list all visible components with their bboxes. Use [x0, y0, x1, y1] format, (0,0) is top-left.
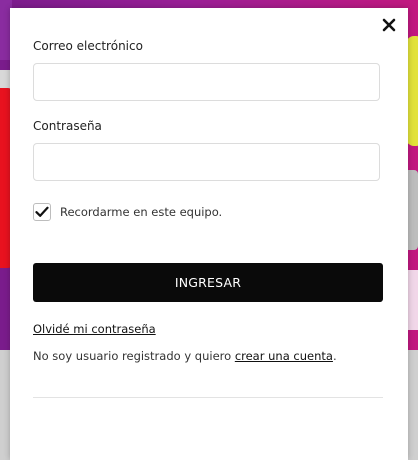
login-modal: Correo electrónico Contraseña Recordarme…: [10, 8, 408, 460]
remember-me: Recordarme en este equipo.: [33, 202, 222, 222]
login-button[interactable]: INGRESAR: [33, 263, 383, 302]
register-suffix: .: [332, 349, 337, 363]
register-text: No soy usuario registrado y quiero crear…: [33, 349, 337, 363]
divider: [33, 397, 383, 398]
remember-label: Recordarme en este equipo.: [60, 205, 223, 219]
checkmark-icon: [35, 206, 49, 217]
remember-checkbox[interactable]: [33, 203, 51, 221]
email-field[interactable]: [33, 63, 380, 101]
close-button[interactable]: [380, 16, 398, 34]
close-icon: [382, 18, 396, 32]
email-label: Correo electrónico: [33, 39, 143, 53]
password-field[interactable]: [33, 143, 380, 181]
password-label: Contraseña: [33, 119, 102, 133]
create-account-link[interactable]: crear una cuenta: [235, 349, 333, 363]
register-prefix: No soy usuario registrado y quiero: [33, 349, 235, 363]
forgot-password-link[interactable]: Olvidé mi contraseña: [33, 322, 156, 336]
